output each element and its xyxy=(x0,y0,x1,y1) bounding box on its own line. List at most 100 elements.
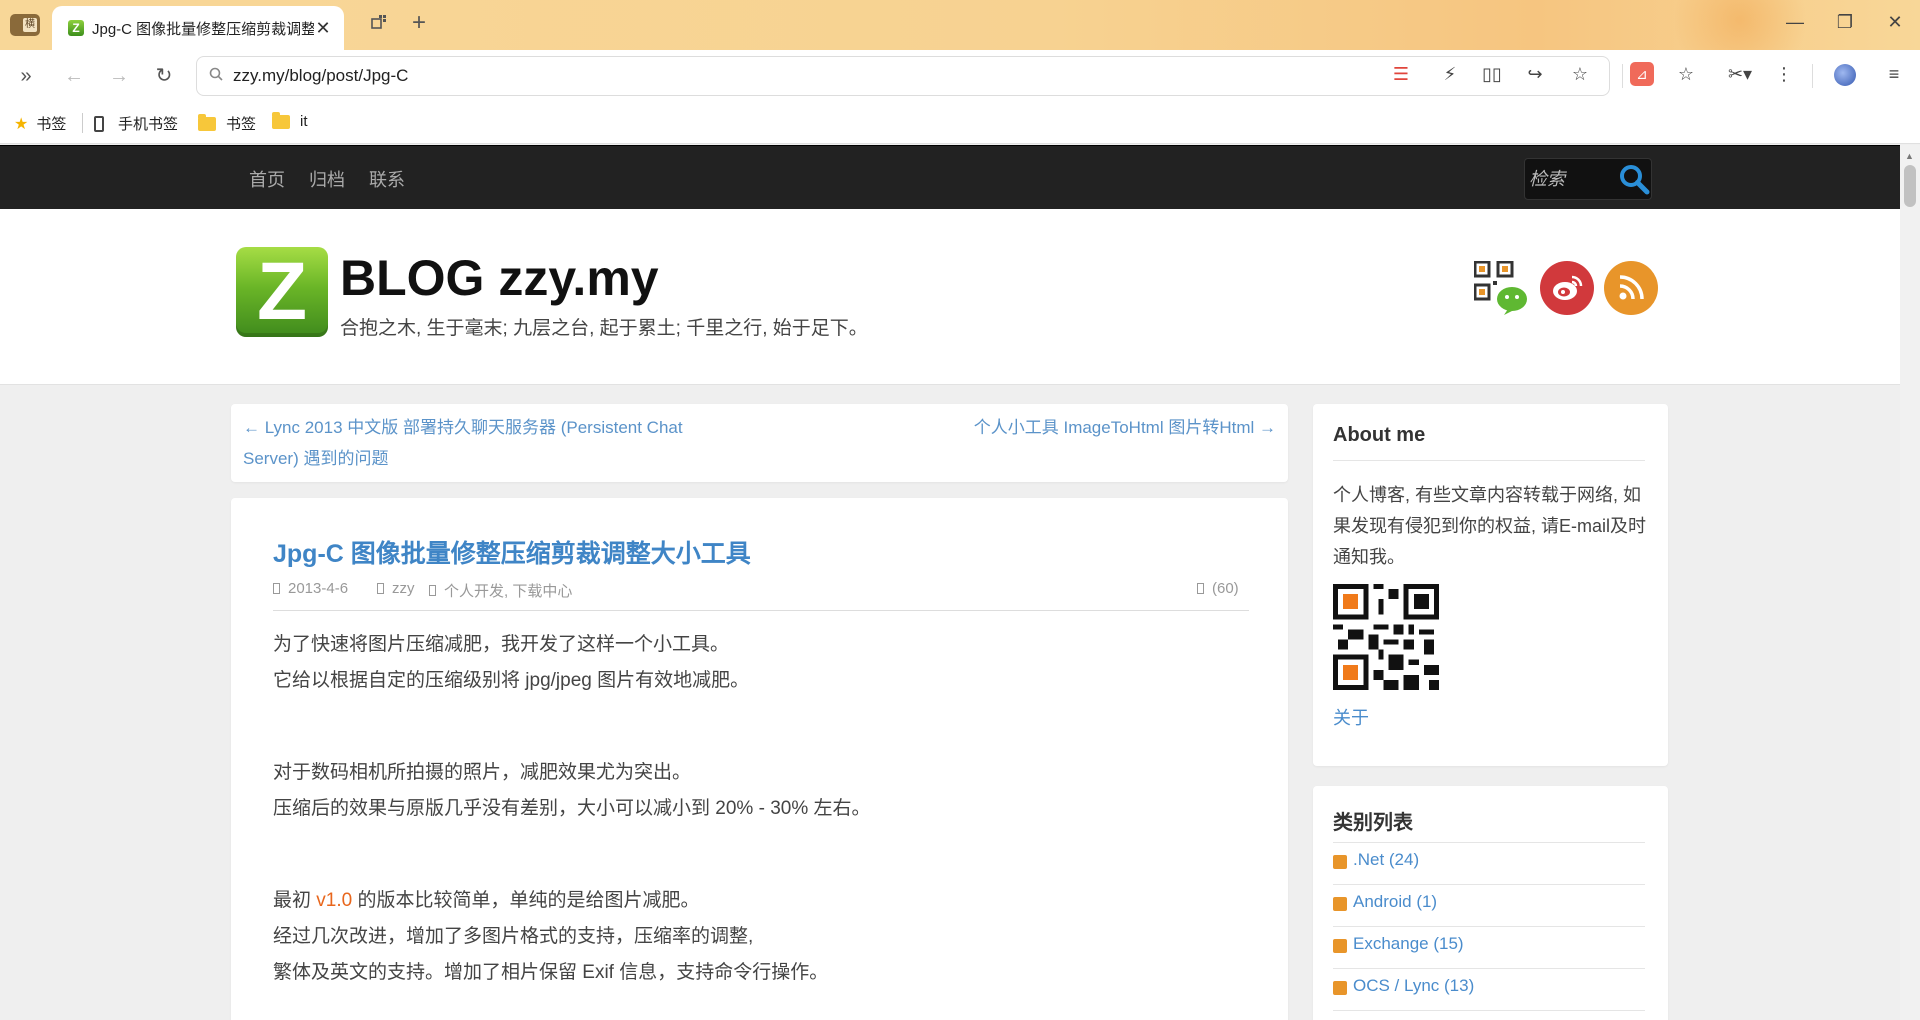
site-search-box xyxy=(1524,158,1652,200)
post-date-text: 2013-4-6 xyxy=(288,580,349,597)
sidebar-expand-icon[interactable]: » xyxy=(12,64,40,88)
back-icon[interactable]: ← xyxy=(60,64,88,88)
bookmark-label: 手机书签 xyxy=(118,116,179,133)
version-highlight: v1.0 xyxy=(316,890,353,911)
new-tab-button[interactable]: + xyxy=(412,9,426,37)
toolbar-separator-2 xyxy=(1812,64,1813,88)
post-text: 最初 xyxy=(273,890,317,911)
forward-icon[interactable]: → xyxy=(105,64,133,88)
profile-avatar[interactable] xyxy=(1834,64,1856,86)
post-divider xyxy=(273,610,1249,611)
category-label: OCS / Lync (13) xyxy=(1353,976,1475,995)
post-paragraph: 压缩后的效果与原版几乎没有差别，大小可以减小到 20% - 30% 左右。 xyxy=(273,798,871,819)
nav-home-link[interactable]: 首页 xyxy=(249,166,285,192)
post-title[interactable]: Jpg-C 图像批量修整压缩剪裁调整大小工具 xyxy=(273,534,751,570)
post-paragraph: 繁体及英文的支持。增加了相片保留 Exif 信息，支持命令行操作。 xyxy=(273,962,829,983)
web-page: 首页 归档 联系 Z BLOG zzy.my 合抱之木, 生于毫末; 九层之台,… xyxy=(0,145,1900,1020)
address-url[interactable]: zzy.my/blog/post/Jpg-C xyxy=(233,66,408,86)
about-link[interactable]: 关于 xyxy=(1333,704,1369,730)
category-label: Exchange (15) xyxy=(1353,934,1464,953)
post-paragraph: 它给以根据自定的压缩级别将 jpg/jpeg 图片有效地减肥。 xyxy=(273,670,750,691)
categories-widget: 类别列表 .Net (24) Android (1) Exchange (15)… xyxy=(1313,786,1668,1020)
scrollbar-thumb[interactable] xyxy=(1904,165,1916,207)
bookmark-item-0[interactable]: ★ 书签 xyxy=(14,113,66,134)
tab-close-icon[interactable]: ✕ xyxy=(314,18,332,39)
more-menu-icon[interactable]: ⋮ xyxy=(1770,64,1798,85)
post-categories-text[interactable]: 个人开发, 下载中心 xyxy=(444,580,572,601)
wechat-qr-icon[interactable] xyxy=(1474,261,1532,315)
site-logo[interactable]: Z xyxy=(236,246,328,337)
rss-icon xyxy=(1333,897,1347,911)
site-header: Z BLOG zzy.my 合抱之木, 生于毫末; 九层之台, 起于累土; 千里… xyxy=(0,209,1900,385)
folder-icon xyxy=(272,111,290,129)
close-window-icon[interactable]: ✕ xyxy=(1880,12,1910,33)
active-tab[interactable]: Z Jpg-C 图像批量修整压缩剪裁调整大小工具 ✕ xyxy=(52,6,344,50)
lightning-icon[interactable]: ⚡ xyxy=(1436,64,1464,85)
post-author-text[interactable]: zzy xyxy=(392,580,415,597)
category-label: Android (1) xyxy=(1353,892,1438,911)
nav-archive-link[interactable]: 归档 xyxy=(309,166,345,192)
reading-mode-icon[interactable]: ▯▯ xyxy=(1478,64,1506,85)
site-search-input[interactable] xyxy=(1525,161,1613,197)
user-icon xyxy=(377,583,384,594)
pdf-extension-icon[interactable]: ⊿ xyxy=(1630,62,1654,86)
widget-divider xyxy=(1333,842,1645,843)
about-title: About me xyxy=(1333,424,1426,446)
vertical-tabs-button[interactable]: 横 xyxy=(10,14,40,36)
bookmark-star-icon[interactable]: ☆ xyxy=(1672,64,1700,85)
favorite-add-icon[interactable]: ☆ xyxy=(1566,64,1594,85)
reader-list-icon[interactable]: ☰ xyxy=(1387,64,1415,85)
bookmark-separator xyxy=(82,113,83,133)
bookmark-label: 书签 xyxy=(226,116,257,133)
scroll-up-icon[interactable]: ▲ xyxy=(1905,151,1914,161)
star-icon: ★ xyxy=(14,115,29,133)
restore-icon[interactable]: ❐ xyxy=(1830,12,1860,33)
folder-icon xyxy=(429,585,436,596)
tab-groups-icon[interactable] xyxy=(370,13,388,37)
calendar-icon xyxy=(273,583,280,594)
post-paragraph: 经过几次改进，增加了多图片格式的支持，压缩率的调整, xyxy=(273,926,754,947)
minimize-icon[interactable]: — xyxy=(1780,12,1810,33)
post-categories[interactable]: 个人开发, 下载中心 xyxy=(429,580,572,601)
browser-toolbar: » ← → ↻ zzy.my/blog/post/Jpg-C ☰ ⚡ ▯▯ ↪ … xyxy=(0,50,1920,102)
post-navigation: ← Lync 2013 中文版 部署持久聊天服务器 (Persistent Ch… xyxy=(231,404,1288,482)
rss-icon xyxy=(1333,939,1347,953)
bookmark-label: 书签 xyxy=(36,116,67,133)
bookmark-item-1[interactable]: 手机书签 xyxy=(94,113,178,134)
widget-divider xyxy=(1333,926,1645,927)
weibo-icon[interactable] xyxy=(1540,261,1594,315)
prev-post-link[interactable]: ← Lync 2013 中文版 部署持久聊天服务器 (Persistent Ch… xyxy=(243,412,713,474)
site-nav-bar: 首页 归档 联系 xyxy=(0,145,1900,209)
reload-icon[interactable]: ↻ xyxy=(150,64,178,88)
main-menu-icon[interactable]: ≡ xyxy=(1880,64,1908,85)
screenshot-scissors-icon[interactable]: ✂▾ xyxy=(1718,64,1762,85)
categories-title: 类别列表 xyxy=(1333,812,1413,834)
category-link[interactable]: Android (1) xyxy=(1333,892,1437,912)
bookmarks-bar: ★ 书签 手机书签 书签 it xyxy=(0,102,1920,144)
share-icon[interactable]: ↪ xyxy=(1521,64,1549,85)
site-title[interactable]: BLOG zzy.my xyxy=(340,249,659,307)
post-date: 2013-4-6 xyxy=(273,580,348,597)
nav-contact-link[interactable]: 联系 xyxy=(369,166,405,192)
next-post-link[interactable]: 个人小工具 ImageToHtml 图片转Html → xyxy=(974,412,1276,443)
rss-icon xyxy=(1333,855,1347,869)
rss-feed-icon[interactable] xyxy=(1604,261,1658,315)
widget-divider xyxy=(1333,1010,1645,1011)
rss-icon xyxy=(1333,981,1347,995)
post-comments-count[interactable]: (60) xyxy=(1212,580,1239,597)
category-link[interactable]: OCS / Lync (13) xyxy=(1333,976,1474,996)
bookmark-item-3[interactable]: it xyxy=(272,111,308,130)
post-author[interactable]: zzy xyxy=(377,580,415,597)
category-link[interactable]: .Net (24) xyxy=(1333,850,1419,870)
toolbar-separator xyxy=(1622,64,1623,88)
bookmark-item-2[interactable]: 书签 xyxy=(198,113,256,134)
widget-divider xyxy=(1333,968,1645,969)
browser-tab-bar: 横 Z Jpg-C 图像批量修整压缩剪裁调整大小工具 ✕ + — ❐ ✕ xyxy=(0,0,1920,70)
about-widget: About me 个人博客, 有些文章内容转载于网络, 如果发现有侵犯到你的权益… xyxy=(1313,404,1668,766)
search-icon[interactable] xyxy=(1617,163,1651,197)
folder-icon xyxy=(198,113,216,131)
page-scrollbar[interactable]: ▲ xyxy=(1900,145,1920,1020)
post-comments[interactable]: (60) xyxy=(1197,580,1239,597)
widget-divider xyxy=(1333,460,1645,461)
category-link[interactable]: Exchange (15) xyxy=(1333,934,1464,954)
